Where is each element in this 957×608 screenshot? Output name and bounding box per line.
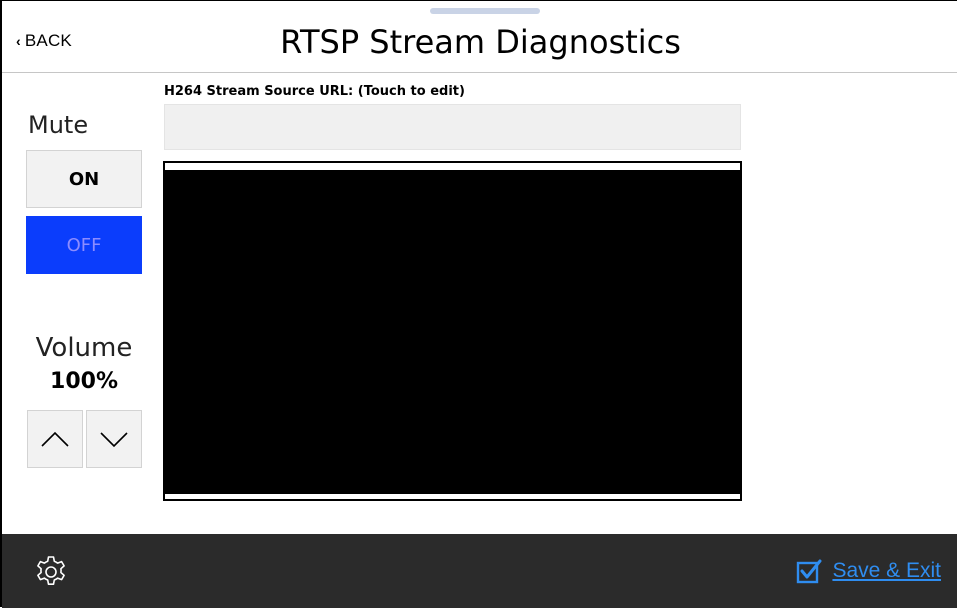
chevron-up-icon [41,431,69,447]
volume-down-button[interactable] [86,410,142,468]
volume-label: Volume [35,333,133,363]
settings-button[interactable] [33,554,69,590]
volume-value: 100% [50,369,118,394]
footer-bar: Save & Exit [2,534,957,608]
video-preview [165,170,740,494]
gear-icon [37,556,65,585]
volume-up-button[interactable] [27,410,83,468]
mute-on-button[interactable]: ON [26,150,142,208]
save-exit-button[interactable]: Save & Exit [796,558,941,584]
stream-url-input[interactable] [164,104,741,150]
checkbox-checked-icon [797,559,822,584]
video-preview-frame [163,161,742,501]
stream-url-label: H264 Stream Source URL: (Touch to edit) [164,84,465,99]
page-title: RTSP Stream Diagnostics [280,23,681,61]
mute-label: Mute [28,111,89,139]
app-frame: ‹ BACK RTSP Stream Diagnostics Mute ON O… [0,0,957,608]
chevron-down-icon [100,432,128,448]
save-exit-label: Save & Exit [832,559,941,582]
mute-off-button[interactable]: OFF [26,216,142,274]
header: ‹ BACK RTSP Stream Diagnostics [2,1,957,73]
